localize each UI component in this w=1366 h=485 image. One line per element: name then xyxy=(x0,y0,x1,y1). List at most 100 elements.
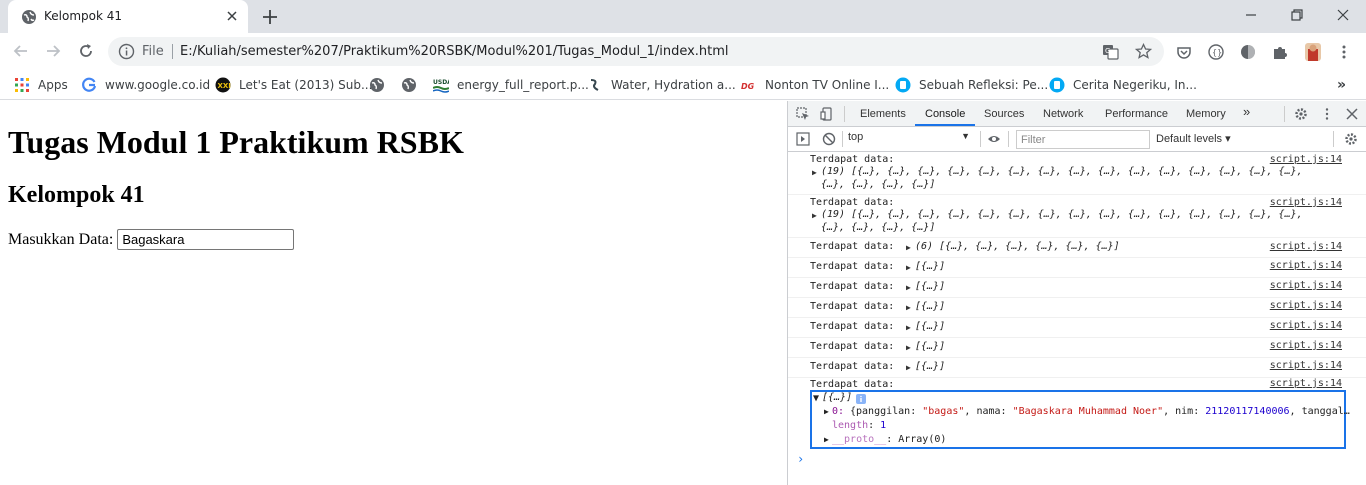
blog-site-icon xyxy=(895,77,911,93)
bookmark-google[interactable]: www.google.co.id xyxy=(81,77,210,93)
more-tabs-chevron-icon[interactable]: » xyxy=(1243,104,1250,119)
devtools-menu-icon[interactable] xyxy=(1320,107,1334,121)
expand-triangle-icon[interactable]: ▶ xyxy=(812,168,817,177)
source-link[interactable]: script.js:14 xyxy=(1270,320,1342,331)
data-input[interactable] xyxy=(117,229,295,250)
minimize-icon[interactable] xyxy=(1242,6,1260,24)
blog-site-icon xyxy=(1049,77,1065,93)
new-tab-icon[interactable] xyxy=(261,8,279,26)
bookmark-globe-2[interactable] xyxy=(401,77,425,93)
translate-icon[interactable]: G xyxy=(1102,43,1119,60)
url-text[interactable]: E:/Kuliah/semester%207/Praktikum%20RSBK/… xyxy=(180,44,729,59)
expand-triangle-icon[interactable]: ▶ xyxy=(906,323,911,332)
clear-console-icon[interactable] xyxy=(822,132,836,146)
tab-sources[interactable]: Sources xyxy=(984,108,1024,120)
data-input-row: Masukkan Data: xyxy=(8,229,295,250)
console-object-preview[interactable]: [{…}] xyxy=(915,321,945,332)
dark-mode-extension-icon[interactable] xyxy=(1239,43,1257,61)
console-filter-input[interactable]: Filter xyxy=(1016,130,1150,149)
console-message: Terdapat data: script.js:14 ▶ (19) [{…},… xyxy=(788,195,1366,238)
console-output: Terdapat data: script.js:14 ▶ (19) [{…},… xyxy=(788,152,1366,485)
tab-elements[interactable]: Elements xyxy=(860,108,906,120)
expand-triangle-icon[interactable]: ▶ xyxy=(906,283,911,292)
expand-triangle-icon[interactable]: ▶ xyxy=(906,303,911,312)
back-arrow-icon[interactable] xyxy=(12,42,30,60)
expand-triangle-icon[interactable]: ▶ xyxy=(824,435,829,444)
console-object-preview[interactable]: (19) [{…}, {…}, {…}, {…}, {…}, {…}, {…},… xyxy=(821,209,1303,220)
source-link[interactable]: script.js:14 xyxy=(1270,197,1342,208)
address-bar[interactable]: File E:/Kuliah/semester%207/Praktikum%20… xyxy=(108,37,1164,66)
device-toolbar-icon[interactable] xyxy=(820,107,834,121)
bookmark-lets-eat[interactable]: XXI Let's Eat (2013) Sub... xyxy=(215,77,372,93)
menu-kebab-icon[interactable] xyxy=(1335,43,1353,61)
bookmark-nonton-tv[interactable]: DG Nonton TV Online I... xyxy=(741,77,889,93)
tab-performance[interactable]: Performance xyxy=(1105,108,1168,120)
pocket-extension-icon[interactable] xyxy=(1175,43,1193,61)
reload-icon[interactable] xyxy=(77,42,95,60)
tab-console[interactable]: Console xyxy=(925,108,965,120)
settings-gear-icon[interactable] xyxy=(1294,107,1308,121)
console-object-preview[interactable]: [{…}] xyxy=(915,361,945,372)
profile-avatar[interactable] xyxy=(1303,42,1323,62)
array-item-index[interactable]: 0: xyxy=(832,406,844,417)
bookmark-sebuah-refleksi[interactable]: Sebuah Refleksi: Pe... xyxy=(895,77,1048,93)
bookmark-label: Water, Hydration a... xyxy=(611,78,736,92)
page-subtitle: Kelompok 41 xyxy=(8,182,145,208)
expand-triangle-icon[interactable]: ▶ xyxy=(906,263,911,272)
console-message-text: Terdapat data: xyxy=(810,301,895,312)
bookmark-energy-report[interactable]: USDA energy_full_report.p... xyxy=(433,77,589,93)
bookmark-label: energy_full_report.p... xyxy=(457,78,589,92)
source-link[interactable]: script.js:14 xyxy=(1270,340,1342,351)
more-bookmarks-chevron-icon[interactable]: » xyxy=(1337,77,1346,93)
live-expression-eye-icon[interactable] xyxy=(987,132,1001,146)
source-link[interactable]: script.js:14 xyxy=(1270,378,1342,389)
source-link[interactable]: script.js:14 xyxy=(1270,260,1342,271)
console-message: Terdapat data: script.js:14 ▶ [{…}] xyxy=(788,278,1366,298)
expand-triangle-icon[interactable]: ▶ xyxy=(906,343,911,352)
source-link[interactable]: script.js:14 xyxy=(1270,360,1342,371)
source-link[interactable]: script.js:14 xyxy=(1270,154,1342,165)
close-devtools-icon[interactable] xyxy=(1345,107,1359,121)
console-settings-gear-icon[interactable] xyxy=(1344,132,1358,146)
info-icon[interactable] xyxy=(118,43,135,60)
collapse-triangle-icon[interactable]: ▼ xyxy=(813,393,819,404)
proto-row[interactable]: __proto__: Array(0) xyxy=(832,434,946,445)
console-object-preview[interactable]: (19) [{…}, {…}, {…}, {…}, {…}, {…}, {…},… xyxy=(821,166,1303,177)
bookmark-water-hydration[interactable]: Water, Hydration a... xyxy=(587,77,736,93)
obj-key-nama: , nama: xyxy=(964,406,1013,417)
bookmark-globe-1[interactable] xyxy=(369,77,393,93)
svg-text:USDA: USDA xyxy=(433,79,449,86)
tab-memory[interactable]: Memory xyxy=(1186,108,1226,120)
array-item-preview[interactable]: {panggilan: "bagas", nama: "Bagaskara Mu… xyxy=(850,406,1350,417)
restore-icon[interactable] xyxy=(1288,6,1306,24)
array-summary[interactable]: [{…}] xyxy=(822,392,852,403)
extensions-puzzle-icon[interactable] xyxy=(1271,43,1289,61)
bookmark-cerita-negeriku[interactable]: Cerita Negeriku, In... xyxy=(1049,77,1197,93)
console-object-preview[interactable]: [{…}] xyxy=(915,341,945,352)
apps-grid-icon xyxy=(15,78,29,92)
browser-tab[interactable]: Kelompok 41 xyxy=(8,0,248,33)
console-object-preview[interactable]: (6) [{…}, {…}, {…}, {…}, {…}, {…}] xyxy=(915,241,1120,252)
expand-triangle-icon[interactable]: ▶ xyxy=(906,243,911,252)
bookmark-apps[interactable]: Apps xyxy=(14,77,68,93)
expand-triangle-icon[interactable]: ▶ xyxy=(906,363,911,372)
close-tab-icon[interactable] xyxy=(224,8,240,24)
log-levels-dropdown[interactable]: Default levels ▾ xyxy=(1156,132,1231,145)
context-select[interactable]: top ▼ xyxy=(848,131,974,147)
expand-triangle-icon[interactable]: ▶ xyxy=(824,407,829,416)
expand-triangle-icon[interactable]: ▶ xyxy=(812,211,817,220)
console-object-preview[interactable]: [{…}] xyxy=(915,301,945,312)
console-object-preview[interactable]: [{…}] xyxy=(915,261,945,272)
source-link[interactable]: script.js:14 xyxy=(1270,241,1342,252)
extension-circle-icon[interactable]: {} xyxy=(1207,43,1225,61)
console-prompt[interactable]: › xyxy=(797,452,804,466)
tab-network[interactable]: Network xyxy=(1043,108,1083,120)
bookmark-star-icon[interactable] xyxy=(1135,43,1152,60)
close-window-icon[interactable] xyxy=(1334,6,1352,24)
source-link[interactable]: script.js:14 xyxy=(1270,300,1342,311)
source-link[interactable]: script.js:14 xyxy=(1270,280,1342,291)
console-object-preview[interactable]: [{…}] xyxy=(915,281,945,292)
forward-arrow-icon[interactable] xyxy=(44,42,62,60)
sidebar-toggle-icon[interactable] xyxy=(796,132,810,146)
inspect-element-icon[interactable] xyxy=(796,107,810,121)
